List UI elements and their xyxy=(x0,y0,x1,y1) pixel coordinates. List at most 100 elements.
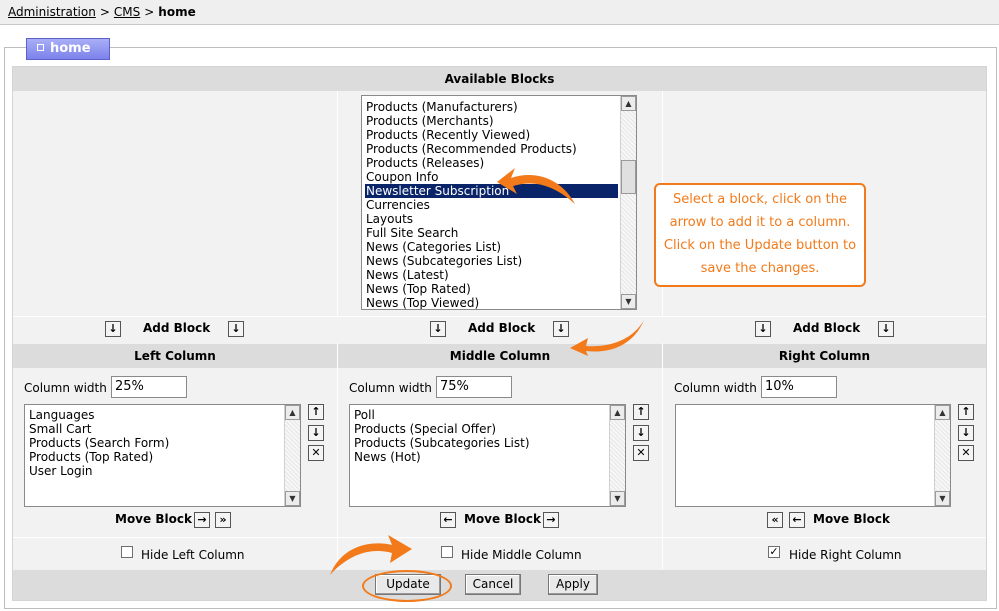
tab-square-icon xyxy=(37,44,44,51)
list-item[interactable]: Currencies xyxy=(365,198,618,212)
move-down-icon[interactable]: ↓ xyxy=(633,425,649,441)
middle-column-list[interactable]: Poll Products (Special Offer) Products (… xyxy=(349,404,626,507)
arrow-right-icon[interactable]: → xyxy=(543,512,559,528)
scrollbar[interactable]: ▲ ▼ xyxy=(620,96,636,309)
list-item[interactable]: Products (Releases) xyxy=(365,156,618,170)
hide-right-label: Hide Right Column xyxy=(789,548,902,562)
available-blocks-header: Available Blocks xyxy=(13,67,986,91)
left-width-input[interactable]: 25% xyxy=(111,376,187,398)
hide-left-label: Hide Left Column xyxy=(141,548,245,562)
list-item[interactable]: News (Top Rated) xyxy=(365,282,618,296)
list-item[interactable]: Small Cart xyxy=(28,422,282,436)
scroll-thumb[interactable] xyxy=(621,160,636,194)
tab-home[interactable]: home xyxy=(26,38,110,60)
scroll-down-icon[interactable]: ▼ xyxy=(621,294,636,309)
move-up-icon[interactable]: ↑ xyxy=(633,404,649,420)
breadcrumb-current: home xyxy=(158,5,196,19)
left-column-list[interactable]: Languages Small Cart Products (Search Fo… xyxy=(24,404,301,507)
middle-move-label: Move Block xyxy=(464,512,541,526)
move-up-icon[interactable]: ↑ xyxy=(308,404,324,420)
divider xyxy=(13,537,986,538)
callout-line: save the changes. xyxy=(700,261,820,276)
scroll-up-icon[interactable]: ▲ xyxy=(621,96,636,111)
list-item[interactable]: Languages xyxy=(28,408,282,422)
apply-button[interactable]: Apply xyxy=(548,574,598,595)
scrollbar[interactable]: ▲ ▼ xyxy=(609,405,625,506)
scroll-up-icon[interactable]: ▲ xyxy=(935,405,950,420)
list-item[interactable]: Products (Search Form) xyxy=(28,436,282,450)
right-move-label: Move Block xyxy=(813,512,890,526)
hide-middle-checkbox[interactable] xyxy=(441,546,453,558)
list-item[interactable]: Layouts xyxy=(365,212,618,226)
list-item[interactable]: Coupon Info xyxy=(365,170,618,184)
right-width-label: Column width xyxy=(674,381,757,395)
add-to-middle-icon[interactable]: ↓ xyxy=(553,321,569,337)
add-to-middle-icon[interactable]: ↓ xyxy=(430,321,446,337)
add-block-left-label: Add Block xyxy=(143,321,211,335)
callout-line: Click on the Update button to xyxy=(663,238,857,253)
list-item[interactable]: Products (Recently Viewed) xyxy=(365,128,618,142)
breadcrumb-link-administration[interactable]: Administration xyxy=(8,5,96,19)
add-to-left-icon[interactable]: ↓ xyxy=(105,321,121,337)
middle-width-input[interactable]: 75% xyxy=(436,376,512,398)
right-width-input[interactable]: 10% xyxy=(761,376,837,398)
list-item[interactable]: News (Latest) xyxy=(365,268,618,282)
tab-label: home xyxy=(50,41,91,56)
left-move-label: Move Block xyxy=(115,512,192,526)
scrollbar[interactable]: ▲ ▼ xyxy=(934,405,950,506)
list-item[interactable]: News (Categories List) xyxy=(365,240,618,254)
list-item[interactable]: News (Top Viewed) xyxy=(365,296,618,309)
list-item[interactable]: Products (Manufacturers) xyxy=(365,100,618,114)
breadcrumb-separator: > xyxy=(144,5,155,19)
breadcrumb: Administration > CMS > home xyxy=(0,0,999,25)
arrow-left-icon[interactable]: ← xyxy=(789,512,805,528)
add-to-left-icon[interactable]: ↓ xyxy=(228,321,244,337)
divider xyxy=(13,316,986,317)
double-right-icon[interactable]: » xyxy=(215,512,231,528)
close-icon[interactable]: ✕ xyxy=(958,445,974,461)
list-item[interactable]: News (Subcategories List) xyxy=(365,254,618,268)
hide-left-checkbox[interactable] xyxy=(121,546,133,558)
hide-right-checkbox[interactable]: ✓ xyxy=(768,546,780,558)
help-callout: Select a block, click on the arrow to ad… xyxy=(654,183,866,287)
scroll-down-icon[interactable]: ▼ xyxy=(285,491,300,506)
close-icon[interactable]: ✕ xyxy=(308,445,324,461)
list-item[interactable]: Products (Top Rated) xyxy=(28,450,282,464)
callout-line: Select a block, click on the xyxy=(673,192,847,207)
list-item[interactable]: Products (Subcategories List) xyxy=(353,436,607,450)
move-up-icon[interactable]: ↑ xyxy=(958,404,974,420)
breadcrumb-separator: > xyxy=(99,5,110,19)
list-item[interactable]: Full Site Search xyxy=(365,226,618,240)
list-item[interactable]: News (Hot) xyxy=(353,450,607,464)
add-to-right-icon[interactable]: ↓ xyxy=(755,321,771,337)
list-item[interactable]: User Login xyxy=(28,464,282,478)
scrollbar[interactable]: ▲ ▼ xyxy=(284,405,300,506)
breadcrumb-link-cms[interactable]: CMS xyxy=(114,5,140,19)
pointer-arrow-icon xyxy=(570,320,644,356)
list-item-selected[interactable]: Newsletter Subscription xyxy=(365,184,618,198)
scroll-down-icon[interactable]: ▼ xyxy=(935,491,950,506)
right-column-header: Right Column xyxy=(663,344,986,368)
left-column-header: Left Column xyxy=(13,344,337,368)
move-down-icon[interactable]: ↓ xyxy=(308,425,324,441)
move-down-icon[interactable]: ↓ xyxy=(958,425,974,441)
right-column-list[interactable]: ▲ ▼ xyxy=(675,404,951,507)
list-item[interactable]: Products (Recommended Products) xyxy=(365,142,618,156)
double-left-icon[interactable]: « xyxy=(767,512,783,528)
arrow-left-icon[interactable]: ← xyxy=(440,512,456,528)
divider xyxy=(337,91,338,317)
scroll-up-icon[interactable]: ▲ xyxy=(610,405,625,420)
cancel-button[interactable]: Cancel xyxy=(465,574,521,595)
arrow-right-icon[interactable]: → xyxy=(194,512,210,528)
pointer-arrow-icon xyxy=(330,535,412,575)
hide-middle-label: Hide Middle Column xyxy=(461,548,582,562)
close-icon[interactable]: ✕ xyxy=(633,445,649,461)
list-item[interactable]: Products (Merchants) xyxy=(365,114,618,128)
left-width-label: Column width xyxy=(24,381,107,395)
add-to-right-icon[interactable]: ↓ xyxy=(878,321,894,337)
divider xyxy=(662,343,663,569)
list-item[interactable]: Poll xyxy=(353,408,607,422)
scroll-up-icon[interactable]: ▲ xyxy=(285,405,300,420)
list-item[interactable]: Products (Special Offer) xyxy=(353,422,607,436)
scroll-down-icon[interactable]: ▼ xyxy=(610,491,625,506)
